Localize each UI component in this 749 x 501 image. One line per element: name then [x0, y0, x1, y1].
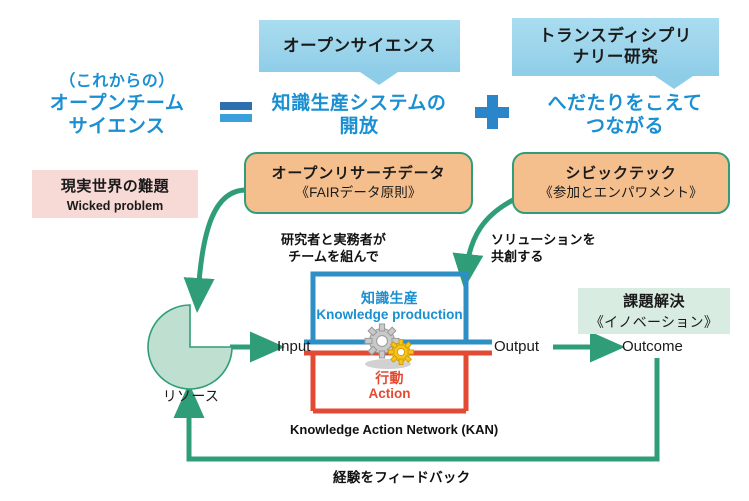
callout-open-science-body: オープンサイエンス: [259, 20, 460, 72]
headline-middle-line2: 開放: [339, 116, 379, 138]
plus-icon: [475, 95, 509, 129]
wicked-problem-title: 現実世界の難題: [60, 178, 170, 195]
civic-tech-subtitle: 《参加とエンパワメント》: [539, 184, 703, 200]
callout-transdisciplinary-label-line2: ナリー研究: [572, 48, 659, 66]
resource-pie-shape: [147, 304, 233, 390]
innovation-subtitle: 《イノベーション》: [589, 314, 719, 330]
open-research-data-subtitle: 《FAIRデータ原則》: [295, 184, 422, 200]
kan-blue-bracket: [310, 271, 469, 285]
innovation-box: 課題解決 《イノベーション》: [578, 288, 730, 334]
arrow-data-to-resource: [183, 187, 247, 313]
headline-middle-line1: 知識生産システムの: [271, 93, 447, 114]
callout-transdisciplinary-tail: [655, 76, 693, 89]
callout-transdisciplinary-body: トランスディシプリ ナリー研究: [512, 18, 719, 76]
kan-action-jp: 行動: [375, 370, 404, 386]
kan-knowledge-production-jp: 知識生産: [360, 290, 419, 306]
node-label-outcome: Outcome: [622, 338, 683, 355]
diagram-canvas: オープンサイエンス トランスディシプリ ナリー研究 （これからの） オープンチー…: [0, 0, 749, 501]
wicked-problem-box: 現実世界の難題 Wicked problem: [32, 170, 198, 218]
node-label-input: Input: [277, 338, 311, 355]
callout-open-science-tail: [360, 72, 398, 85]
headline-connect-beyond: へだたりをこえて つながる: [518, 92, 732, 138]
headline-knowledge-system-opening: 知識生産システムの 開放: [248, 92, 470, 138]
annotation-right-line2: 共創する: [491, 248, 544, 264]
headline-left-line3: サイエンス: [68, 115, 166, 137]
annotation-co-create-solutions: ソリューションを 共創する: [491, 232, 596, 266]
open-research-data-box: オープンリサーチデータ 《FAIRデータ原則》: [244, 152, 473, 214]
headline-right-line2: つながる: [586, 116, 664, 138]
annotation-left-line2: チームを組んで: [288, 248, 379, 264]
open-research-data-title: オープンリサーチデータ: [271, 164, 446, 182]
headline-open-team-science: （これからの） オープンチーム サイエンス: [14, 72, 220, 138]
kan-knowledge-production-en: Knowledge production: [316, 307, 463, 322]
annotation-left-line1: 研究者と実務者が: [281, 232, 387, 247]
node-label-resource: リソース: [162, 388, 220, 404]
wicked-problem-subtitle: Wicked problem: [66, 199, 164, 213]
feedback-label: 経験をフィードバック: [333, 470, 471, 485]
annotation-researchers-practitioners: 研究者と実務者が チームを組んで: [281, 232, 386, 266]
headline-right-line1: へだたりをこえて: [547, 93, 703, 114]
callout-open-science-label: オープンサイエンス: [283, 36, 436, 55]
gear-yellow-icon: [388, 339, 414, 365]
civic-tech-box: シビックテック 《参加とエンパワメント》: [512, 152, 730, 214]
node-label-output: Output: [494, 338, 540, 355]
callout-transdisciplinary-label-line1: トランスディシプリ: [539, 27, 692, 46]
innovation-title: 課題解決: [623, 293, 685, 310]
civic-tech-title: シビックテック: [565, 164, 677, 182]
annotation-right-line1: ソリューションを: [491, 232, 596, 247]
kan-action-en: Action: [368, 386, 411, 401]
callout-open-science: オープンサイエンス: [259, 20, 460, 85]
gear-icon-group: [364, 323, 414, 369]
kan-caption: Knowledge Action Network (KAN): [290, 422, 499, 437]
headline-left-line2: オープンチーム: [49, 92, 185, 114]
callout-transdisciplinary-research: トランスディシプリ ナリー研究: [512, 18, 719, 89]
headline-left-line1: （これからの）: [59, 73, 175, 90]
